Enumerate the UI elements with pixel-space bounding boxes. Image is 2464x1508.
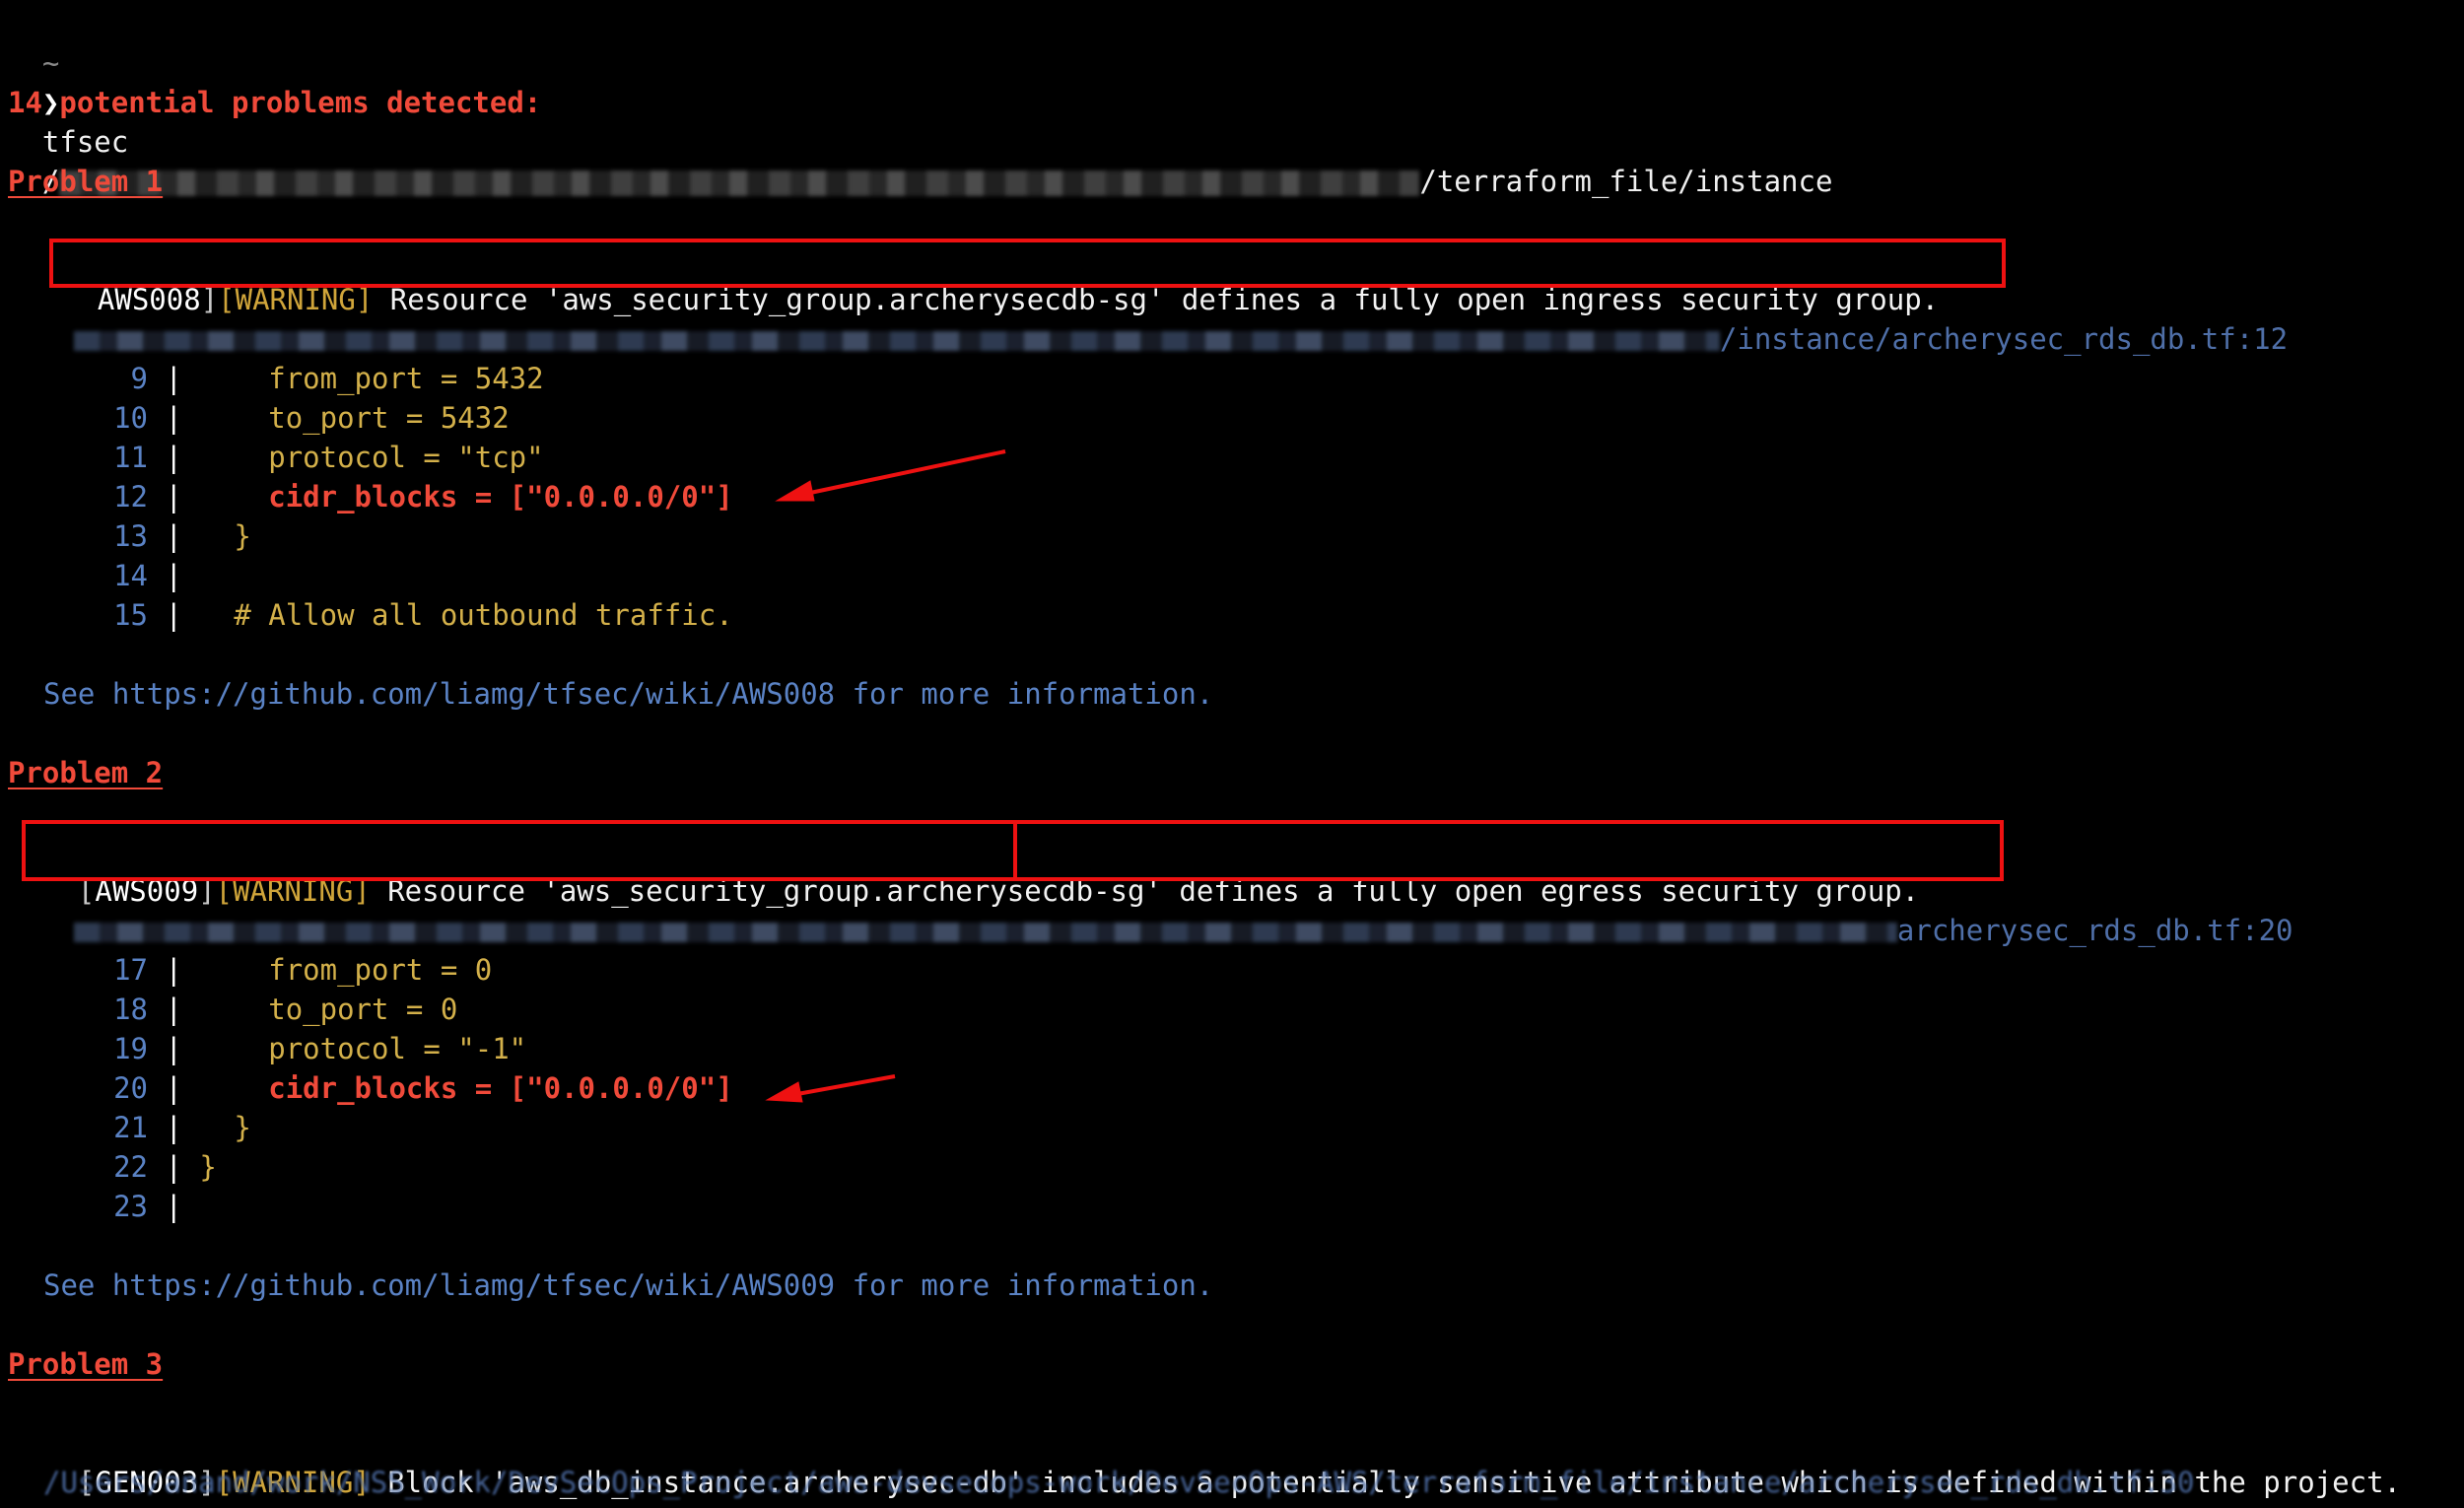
arrow-icon bbox=[765, 1074, 896, 1103]
arrow-icon bbox=[775, 449, 1006, 502]
annotation-arrows bbox=[765, 449, 1006, 1103]
